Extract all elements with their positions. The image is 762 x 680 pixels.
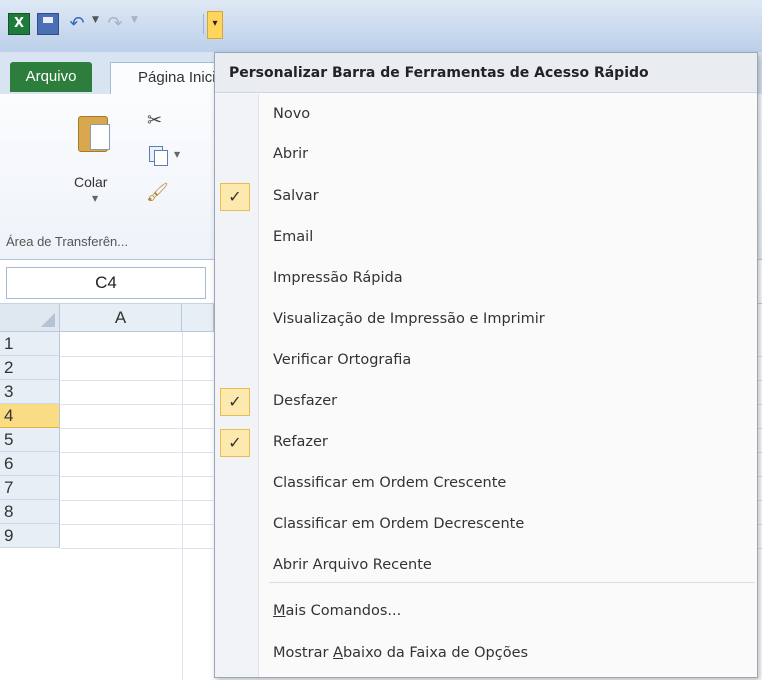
copy-icon[interactable]	[149, 146, 168, 166]
menu-item-label: Verificar Ortografia	[273, 352, 412, 368]
name-box[interactable]: C4	[6, 267, 206, 299]
qat-separator	[203, 14, 204, 34]
undo-dropdown-arrow-icon[interactable]: ▼	[92, 15, 99, 25]
menu-item-classificar-decrescente[interactable]: Classificar em Ordem Decrescente	[215, 504, 757, 544]
paste-button-label[interactable]: Colar	[74, 174, 107, 190]
menu-item-label: Refazer	[273, 434, 328, 450]
customize-qat-menu: Personalizar Barra de Ferramentas de Ace…	[214, 52, 758, 678]
menu-item-label: Novo	[273, 106, 311, 122]
menu-item-label: Classificar em Ordem Decrescente	[273, 516, 525, 532]
excel-app-icon[interactable]: X	[8, 13, 30, 35]
menu-item-label: Impressão Rápida	[273, 270, 403, 286]
paste-dropdown-arrow-icon[interactable]: ▼	[92, 194, 98, 203]
format-painter-icon[interactable]: 🖌	[146, 182, 169, 203]
paste-icon[interactable]	[76, 110, 112, 152]
menu-item-salvar[interactable]: ✓ Salvar	[215, 176, 757, 216]
checkmark-icon: ✓	[220, 183, 250, 211]
menu-item-mais-comandos[interactable]: Mais Comandos...	[215, 591, 757, 631]
row-header-8[interactable]: 8	[0, 500, 60, 524]
menu-title: Personalizar Barra de Ferramentas de Ace…	[215, 53, 757, 93]
menu-separator	[269, 582, 755, 583]
tab-home[interactable]: Página Inicial	[110, 62, 220, 94]
clipboard-group-label: Área de Transferên...	[6, 234, 129, 249]
tab-file[interactable]: Arquivo	[10, 62, 92, 92]
title-bar: X ↶ ▼ ↷ ▼ ▾	[0, 0, 762, 52]
row-header-7[interactable]: 7	[0, 476, 60, 500]
menu-item-visualizacao-impressao[interactable]: Visualização de Impressão e Imprimir	[215, 299, 757, 339]
menu-item-label: Salvar	[273, 188, 319, 204]
menu-item-label: Abrir	[273, 146, 309, 162]
row-header-5[interactable]: 5	[0, 428, 60, 452]
menu-item-email[interactable]: Email	[215, 217, 757, 257]
grid-line	[182, 332, 183, 680]
select-all-corner[interactable]	[0, 304, 60, 332]
save-icon[interactable]	[37, 13, 59, 35]
redo-dropdown-arrow-icon[interactable]: ▼	[131, 15, 138, 25]
row-header-3[interactable]: 3	[0, 380, 60, 404]
menu-item-label: Mostrar Abaixo da Faixa de Opções	[273, 645, 529, 661]
menu-item-label: Abrir Arquivo Recente	[273, 557, 432, 573]
menu-item-impressao-rapida[interactable]: Impressão Rápida	[215, 258, 757, 298]
menu-item-verificar-ortografia[interactable]: Verificar Ortografia	[215, 340, 757, 380]
undo-icon[interactable]: ↶	[66, 13, 88, 35]
menu-item-label: Desfazer	[273, 393, 338, 409]
checkmark-icon: ✓	[220, 388, 250, 416]
menu-item-refazer[interactable]: ✓ Refazer	[215, 422, 757, 462]
menu-item-label: Mais Comandos...	[273, 603, 402, 619]
column-header-b[interactable]	[182, 304, 214, 332]
menu-item-label: Email	[273, 229, 314, 245]
row-header-6[interactable]: 6	[0, 452, 60, 476]
checkmark-icon: ✓	[220, 429, 250, 457]
menu-item-label: Visualização de Impressão e Imprimir	[273, 311, 545, 327]
redo-icon[interactable]: ↷	[104, 13, 126, 35]
menu-item-abrir[interactable]: Abrir	[215, 134, 757, 174]
customize-qat-dropdown-button[interactable]: ▾	[207, 11, 223, 39]
column-header-a[interactable]: A	[60, 304, 182, 332]
copy-dropdown-arrow-icon[interactable]: ▼	[174, 150, 180, 159]
menu-item-desfazer[interactable]: ✓ Desfazer	[215, 381, 757, 421]
cut-icon[interactable]: ✂	[147, 110, 162, 131]
row-header-1[interactable]: 1	[0, 332, 60, 356]
row-header-2[interactable]: 2	[0, 356, 60, 380]
menu-item-label: Classificar em Ordem Crescente	[273, 475, 507, 491]
menu-item-mostrar-abaixo[interactable]: Mostrar Abaixo da Faixa de Opções	[215, 633, 757, 673]
menu-item-abrir-arquivo-recente[interactable]: Abrir Arquivo Recente	[215, 545, 757, 585]
row-header-4[interactable]: 4	[0, 404, 60, 428]
menu-item-novo[interactable]: Novo	[215, 94, 757, 134]
menu-item-classificar-crescente[interactable]: Classificar em Ordem Crescente	[215, 463, 757, 503]
row-header-9[interactable]: 9	[0, 524, 60, 548]
